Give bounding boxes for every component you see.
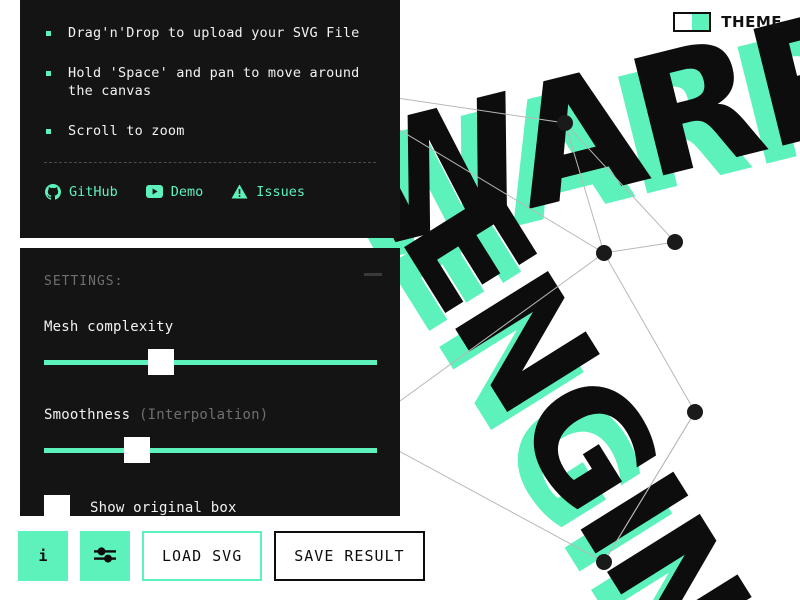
- smoothness-label-text: Smoothness: [44, 407, 131, 423]
- github-icon: [44, 183, 61, 200]
- bottom-toolbar: i LOAD SVG SAVE RESULT: [18, 531, 425, 581]
- list-item: Hold 'Space' and pan to move around the …: [44, 64, 376, 100]
- info-panel: artifacts Drag'n'Drop to upload your SVG…: [20, 0, 400, 238]
- warning-triangle-icon: [231, 183, 248, 200]
- settings-toggle-button[interactable]: [80, 531, 130, 581]
- github-link[interactable]: GitHub: [44, 183, 118, 200]
- theme-label: THEME: [721, 13, 782, 31]
- mesh-handle[interactable]: [557, 115, 573, 131]
- issues-link-label: Issues: [256, 183, 306, 200]
- panel-divider: [44, 162, 376, 163]
- settings-title: SETTINGS:: [44, 274, 124, 289]
- theme-swatch-light: [675, 14, 693, 30]
- list-item: Scroll to zoom: [44, 122, 376, 140]
- smoothness-sublabel: (Interpolation): [138, 407, 269, 423]
- minimize-icon[interactable]: [364, 266, 382, 282]
- mesh-complexity-slider[interactable]: [44, 349, 377, 375]
- slider-thumb[interactable]: [147, 349, 174, 375]
- theme-swatch-accent: [692, 14, 710, 30]
- theme-swatch-icon[interactable]: [673, 12, 712, 32]
- youtube-play-icon: [145, 183, 163, 200]
- mesh-handle[interactable]: [667, 234, 683, 250]
- mesh-handle[interactable]: [687, 404, 703, 420]
- list-item: Drag'n'Drop to upload your SVG File: [44, 24, 376, 42]
- slider-track: [44, 448, 377, 453]
- save-result-button[interactable]: SAVE RESULT: [274, 531, 425, 581]
- demo-link-label: Demo: [170, 183, 204, 200]
- show-original-label: Show original box: [90, 500, 237, 516]
- info-links: GitHub Demo Issues: [44, 183, 376, 200]
- info-button[interactable]: i: [18, 531, 68, 581]
- slider-track: [44, 360, 377, 365]
- mesh-handle[interactable]: [596, 245, 612, 261]
- show-original-row: Show original box: [44, 495, 376, 521]
- info-icon: i: [38, 547, 48, 565]
- mesh-complexity-label: Mesh complexity: [44, 319, 376, 335]
- sliders-icon: [93, 545, 117, 568]
- list-item-clipped: artifacts: [44, 0, 376, 2]
- theme-toggle[interactable]: THEME: [673, 12, 782, 32]
- smoothness-label: Smoothness (Interpolation): [44, 407, 376, 423]
- issues-link[interactable]: Issues: [231, 183, 305, 200]
- app-root: WARP ENGINE WARP ENGINE THEME Drag'n'Dro…: [0, 0, 800, 600]
- smoothness-slider[interactable]: [44, 437, 377, 463]
- mesh-complexity-label-text: Mesh complexity: [44, 319, 174, 335]
- settings-panel: SETTINGS: Mesh complexity Smoothness (In…: [20, 248, 400, 521]
- mesh-handle[interactable]: [596, 554, 612, 570]
- load-svg-button[interactable]: LOAD SVG: [142, 531, 263, 581]
- slider-thumb[interactable]: [124, 437, 151, 463]
- show-original-checkbox[interactable]: [44, 495, 70, 521]
- info-tips-list: artifacts Drag'n'Drop to upload your SVG…: [44, 0, 376, 140]
- github-link-label: GitHub: [69, 183, 118, 200]
- demo-link[interactable]: Demo: [145, 183, 204, 200]
